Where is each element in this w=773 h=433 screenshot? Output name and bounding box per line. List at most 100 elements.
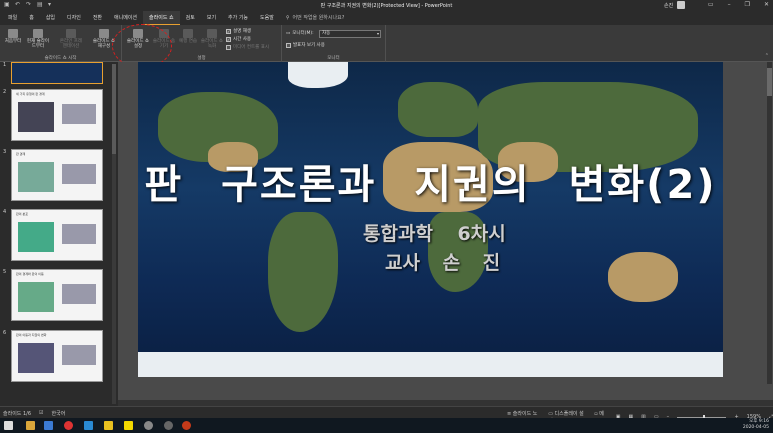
tab-8[interactable]: 보기 bbox=[201, 11, 222, 25]
tab-6[interactable]: 슬라이드 쇼 bbox=[143, 11, 180, 25]
thumbnail-image bbox=[18, 343, 54, 373]
custom-show-icon bbox=[99, 29, 109, 38]
from-current-button[interactable]: 현재 슬라이드부터 bbox=[26, 27, 50, 49]
monitor-select-label-row: ▭ 모니터(M): bbox=[286, 30, 314, 37]
thumbnail-number: 3 bbox=[3, 149, 7, 155]
from-current-label: 현재 슬라이드부터 bbox=[26, 39, 50, 49]
tell-me-box[interactable]: ⚲ 어떤 작업을 원하시나요? bbox=[280, 11, 345, 25]
scrollbar-thumb[interactable] bbox=[112, 64, 116, 154]
thumbnail-number: 4 bbox=[3, 209, 7, 215]
chevron-down-icon: ▾ bbox=[376, 31, 379, 36]
chrome-icon[interactable] bbox=[64, 421, 73, 430]
ribbon-display-icon[interactable]: ▭ bbox=[708, 1, 714, 8]
slide-thumbnail[interactable]: 판의 경계와 판의 이동 bbox=[11, 269, 103, 321]
thumbnail-number: 2 bbox=[3, 89, 7, 95]
collapse-ribbon-icon[interactable]: ⌃ bbox=[765, 53, 769, 59]
minimize-icon[interactable]: – bbox=[728, 1, 731, 8]
rehearse-icon bbox=[183, 29, 193, 38]
checkbox-unchecked-icon bbox=[226, 44, 231, 50]
current-slide[interactable]: 판 구조론과 지권의 변화(2) 통합과학 6차시 교사 손 진 bbox=[138, 62, 723, 377]
thumbnail-number: 6 bbox=[3, 330, 7, 336]
spellcheck-icon[interactable]: ☑ bbox=[39, 410, 43, 417]
store-icon[interactable] bbox=[44, 421, 53, 430]
notes-app-icon[interactable] bbox=[104, 421, 113, 430]
user-area[interactable]: 손진 bbox=[664, 1, 686, 9]
monitor-label: 모니터(M): bbox=[292, 31, 314, 36]
tab-9[interactable]: 추가 기능 bbox=[222, 11, 254, 25]
thumbnail-title: 세 가지 유형의 판 경계 bbox=[16, 92, 45, 96]
powerpoint-taskbar-icon[interactable] bbox=[182, 421, 191, 430]
clock-app-icon[interactable] bbox=[164, 421, 173, 430]
slide-subtitle-course[interactable]: 통합과학 6차시 bbox=[363, 219, 506, 246]
thumbnail-image bbox=[18, 162, 54, 192]
slide-subtitle-teacher[interactable]: 교사 손 진 bbox=[385, 248, 500, 275]
slide-title[interactable]: 판 구조론과 지권의 변화(2) bbox=[138, 152, 723, 210]
maximize-icon[interactable]: ❐ bbox=[745, 1, 750, 8]
scrollbar-thumb[interactable] bbox=[767, 68, 772, 96]
monitor-icon: ▭ bbox=[286, 30, 291, 36]
tab-2[interactable]: 삽입 bbox=[40, 11, 61, 25]
system-clock[interactable]: 오후 9:16 2020-04-05 bbox=[743, 419, 769, 431]
slide-thumbnail[interactable]: 세 가지 유형의 판 경계 bbox=[11, 89, 103, 141]
thumbnail-row[interactable]: 6 판의 이동과 지권의 변화 bbox=[3, 330, 103, 382]
group-label-start: 슬라이드 쇼 시작 bbox=[44, 56, 77, 61]
edge-icon[interactable] bbox=[84, 421, 93, 430]
presenter-view-checkbox[interactable]: 발표자 보기 사용 bbox=[286, 42, 325, 48]
kakaotalk-icon[interactable] bbox=[124, 421, 133, 430]
use-timings-checkbox[interactable]: ✓ 시간 사용 bbox=[226, 36, 251, 42]
user-name: 손진 bbox=[664, 2, 674, 9]
record-icon bbox=[207, 29, 217, 38]
tab-7[interactable]: 검토 bbox=[180, 11, 201, 25]
monitor-dropdown[interactable]: 자동 ▾ bbox=[319, 30, 381, 38]
thumbnail-image bbox=[62, 345, 96, 365]
editor-vertical-scrollbar[interactable] bbox=[767, 62, 772, 384]
slide-thumbnail[interactable]: 판 경계 bbox=[11, 149, 103, 201]
windows-start-icon[interactable] bbox=[4, 421, 13, 430]
checkbox-checked-icon: ✓ bbox=[226, 28, 231, 34]
thumbnail-image bbox=[62, 284, 96, 304]
thumbnail-image bbox=[62, 104, 96, 124]
play-current-icon bbox=[33, 29, 43, 38]
file-explorer-icon[interactable] bbox=[26, 421, 35, 430]
close-icon[interactable]: ✕ bbox=[764, 1, 769, 8]
thumbnail-number: 5 bbox=[3, 269, 7, 275]
tab-3[interactable]: 디자인 bbox=[61, 11, 87, 25]
present-online-button[interactable]: 온라인 프레젠테이션 bbox=[59, 27, 83, 49]
media-controls-label: 미디어 컨트롤 표시 bbox=[233, 45, 269, 50]
thumbnail-row[interactable]: 1 bbox=[3, 62, 103, 84]
tab-5[interactable]: 애니메이션 bbox=[108, 11, 143, 25]
thumbnail-title: 판의 경계와 판의 이동 bbox=[16, 272, 44, 276]
tab-1[interactable]: 홈 bbox=[23, 11, 40, 25]
slide-thumbnail[interactable] bbox=[11, 62, 103, 84]
thumbnail-row[interactable]: 4 판의 분포 bbox=[3, 209, 103, 261]
language-indicator[interactable]: 한국어 bbox=[52, 410, 66, 417]
thumbnail-row[interactable]: 3 판 경계 bbox=[3, 149, 103, 201]
thumbnail-row[interactable]: 2 세 가지 유형의 판 경계 bbox=[3, 89, 103, 141]
europe-landmass bbox=[398, 82, 478, 137]
media-controls-checkbox[interactable]: 미디어 컨트롤 표시 bbox=[226, 44, 269, 50]
app-icon[interactable] bbox=[144, 421, 153, 430]
tell-me-text: 어떤 작업을 원하시나요? bbox=[292, 15, 345, 21]
from-beginning-button[interactable]: 처음부터 bbox=[1, 27, 25, 44]
group-start-slideshow: 처음부터 현재 슬라이드부터 온라인 프레젠테이션 슬라이드 쇼 재구성 슬라이… bbox=[0, 25, 122, 62]
slide-thumbnail[interactable]: 판의 이동과 지권의 변화 bbox=[11, 330, 103, 382]
thumbnail-title: 판의 이동과 지권의 변화 bbox=[16, 333, 47, 337]
thumbnail-scrollbar[interactable] bbox=[112, 64, 116, 404]
tab-0[interactable]: 파일 bbox=[2, 11, 23, 25]
avatar[interactable] bbox=[677, 1, 686, 9]
play-narration-checkbox[interactable]: ✓ 설명 재생 bbox=[226, 28, 251, 34]
group-label-monitors: 모니터 bbox=[327, 56, 340, 61]
windows-taskbar: 오후 9:16 2020-04-05 bbox=[0, 418, 773, 433]
tab-10[interactable]: 도움말 bbox=[254, 11, 280, 25]
thumbnail-row[interactable]: 5 판의 경계와 판의 이동 bbox=[3, 269, 103, 321]
tab-4[interactable]: 전환 bbox=[87, 11, 108, 25]
presenter-view-label: 발표자 보기 사용 bbox=[293, 43, 325, 48]
rehearse-label: 예행 연습 bbox=[179, 39, 197, 44]
record-show-button[interactable]: 슬라이드 쇼 녹화 bbox=[200, 27, 224, 49]
slide-thumbnail[interactable]: 판의 분포 bbox=[11, 209, 103, 261]
thumbnail-image bbox=[18, 282, 54, 312]
checkbox-unchecked-icon bbox=[286, 42, 291, 48]
slide-thumbnail-pane: 1 2 세 가지 유형의 판 경계 3 판 경계 4 판의 분포 5 판의 경계와 판의 이동 6… bbox=[0, 62, 118, 406]
window-controls: ▭ – ❐ ✕ bbox=[708, 1, 769, 8]
rehearse-button[interactable]: 예행 연습 bbox=[176, 27, 200, 44]
